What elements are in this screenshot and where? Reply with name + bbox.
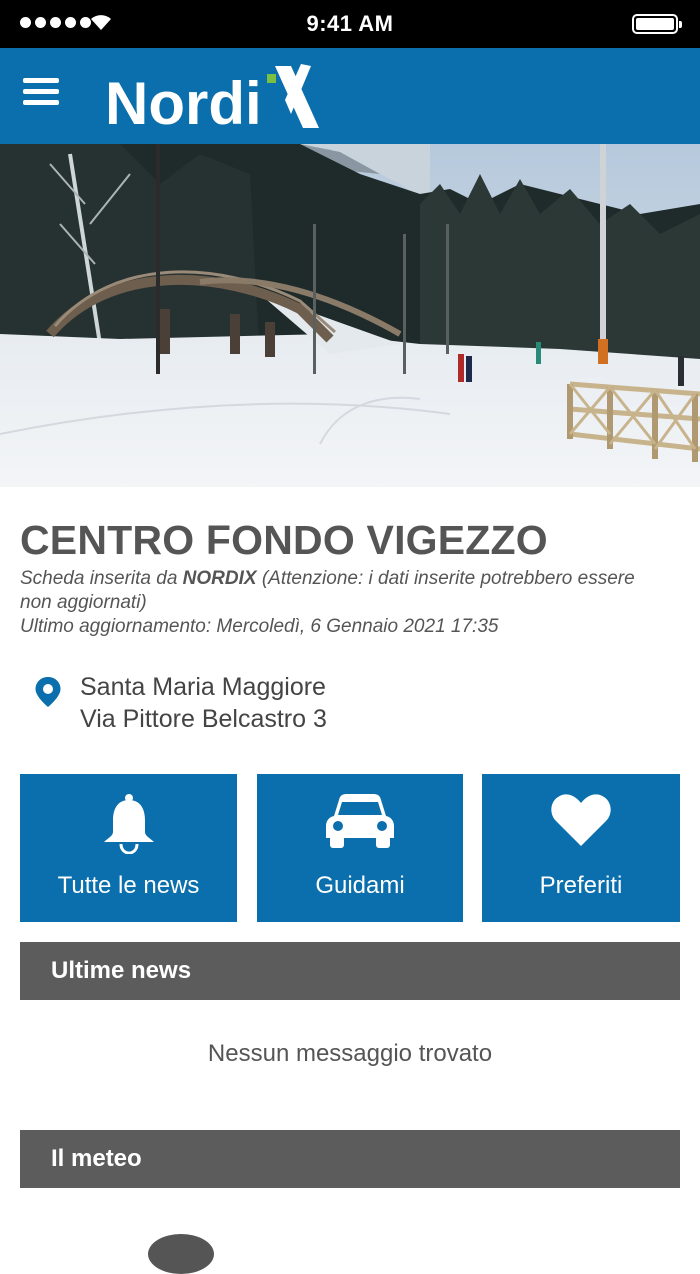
heart-icon xyxy=(551,794,611,846)
address-street: Via Pittore Belcastro 3 xyxy=(80,705,327,733)
page-title: CENTRO FONDO VIGEZZO xyxy=(20,517,548,563)
hamburger-menu-icon[interactable] xyxy=(23,78,59,108)
status-time: 9:41 AM xyxy=(306,11,394,36)
car-icon xyxy=(326,794,394,848)
all-news-label: Tutte le news xyxy=(57,872,200,899)
navigate-label: Guidami xyxy=(315,872,405,899)
app-header: Nordi xyxy=(0,48,700,144)
battery-icon xyxy=(632,14,682,34)
address[interactable]: Santa Maria Maggiore Via Pittore Belcast… xyxy=(80,671,327,735)
favorites-label: Preferiti xyxy=(539,872,623,899)
added-by-author: NORDIX xyxy=(182,568,257,589)
weather-icon xyxy=(148,1234,214,1274)
latest-news-header: Ultime news xyxy=(20,942,680,1000)
navigate-button[interactable]: Guidami xyxy=(257,774,463,922)
address-city: Santa Maria Maggiore xyxy=(80,673,326,701)
status-bar: 9:41 AM xyxy=(0,0,700,48)
bell-icon xyxy=(103,794,154,854)
added-by-prefix: Scheda inserita da xyxy=(20,568,183,589)
location-pin-icon xyxy=(35,677,61,707)
nordix-logo: Nordi xyxy=(105,64,319,136)
all-news-button[interactable]: Tutte le news xyxy=(20,774,237,922)
last-update: Ultimo aggiornamento: Mercoledì, 6 Genna… xyxy=(20,616,499,637)
news-empty-message: Nessun messaggio trovato xyxy=(207,1040,493,1067)
listing-meta: Scheda inserita da NORDIX (Attenzione: i… xyxy=(20,567,660,639)
hero-image xyxy=(0,144,700,487)
svg-text:Nordi: Nordi xyxy=(105,70,262,136)
favorites-button[interactable]: Preferiti xyxy=(482,774,680,922)
weather-header: Il meteo xyxy=(20,1130,680,1188)
